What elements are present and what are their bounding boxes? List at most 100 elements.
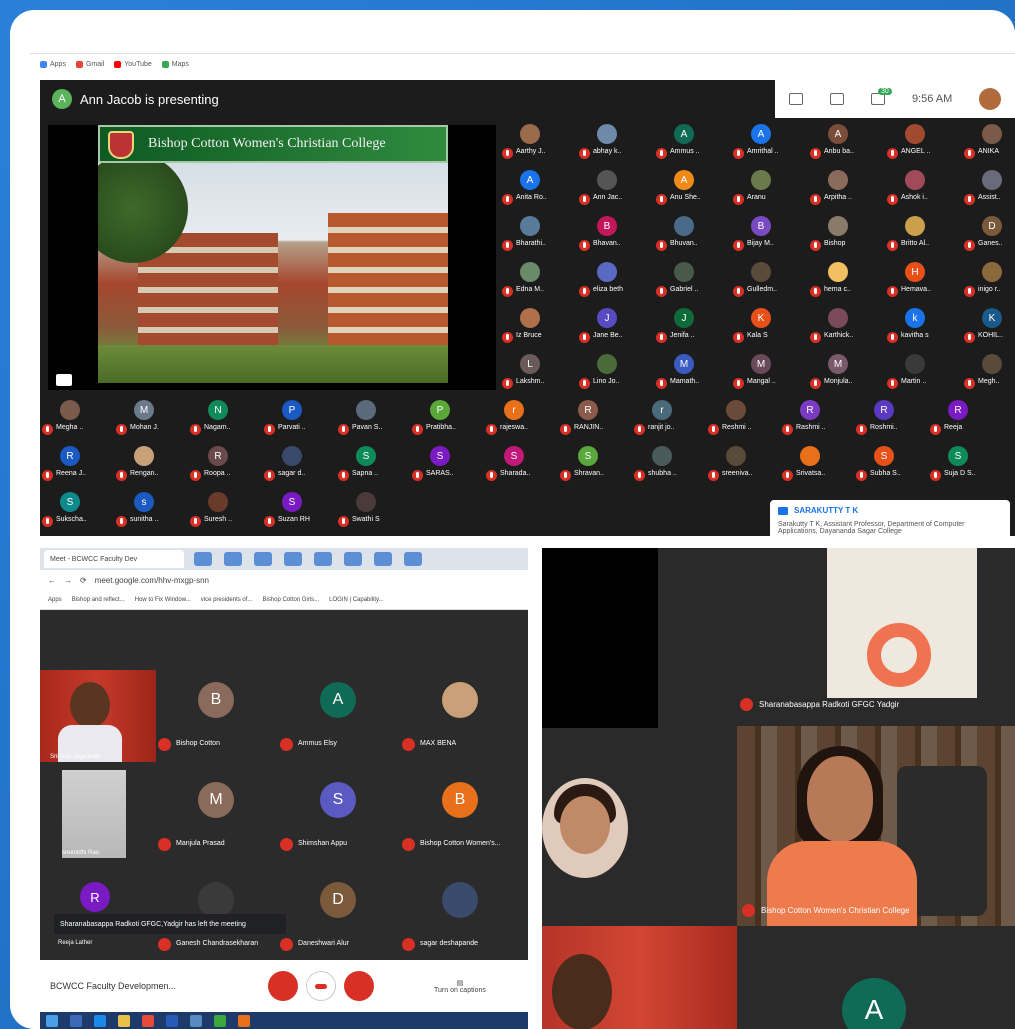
forward-icon[interactable]: →: [64, 576, 72, 585]
participant-tile[interactable]: A Amrithal ..: [733, 120, 809, 166]
participant-tile[interactable]: D Ganes..: [964, 212, 1015, 258]
participant-tile[interactable]: inigo r..: [964, 258, 1015, 304]
participant-tile[interactable]: B Bijay M..: [733, 212, 809, 258]
participant-tile[interactable]: ANGEL ..: [887, 120, 963, 166]
bookmark-gmail[interactable]: Gmail: [75, 60, 104, 68]
participant-tile[interactable]: S Shimshan Appu: [280, 770, 398, 860]
reload-icon[interactable]: ⟳: [80, 576, 87, 585]
participant-tile[interactable]: A Ammus ..: [656, 120, 732, 166]
participant-tile[interactable]: K KOHIL..: [964, 304, 1015, 350]
participant-tile[interactable]: Megha ..: [42, 396, 118, 442]
participant-tile[interactable]: B Bhavan..: [579, 212, 655, 258]
meeting-name[interactable]: BCWCC Faculty Developmen...: [50, 981, 260, 991]
participant-tile[interactable]: R Roopa ..: [190, 442, 266, 488]
participant-tile[interactable]: r ranjit jo..: [634, 396, 710, 442]
folder-icon[interactable]: [118, 1014, 130, 1027]
participant-tile[interactable]: Arpitha ..: [810, 166, 886, 212]
participant-tile[interactable]: Bishop: [810, 212, 886, 258]
chat-icon[interactable]: 30: [870, 88, 892, 105]
participant-tile[interactable]: Iz Bruce: [502, 304, 578, 350]
bookmark-apps[interactable]: Apps: [40, 60, 66, 68]
participant-tile[interactable]: B Bishop Cotton: [158, 670, 276, 760]
participant-tile[interactable]: shubha ..: [634, 442, 710, 488]
participant-tile[interactable]: Assist..: [964, 166, 1015, 212]
powerpoint-icon[interactable]: [238, 1014, 250, 1027]
participant-tile[interactable]: M Mamath..: [656, 350, 732, 396]
participant-tile[interactable]: P Parvati ..: [264, 396, 340, 442]
participant-tile[interactable]: R Reeja: [930, 396, 1006, 442]
participant-tile[interactable]: eliza beth: [579, 258, 655, 304]
participant-tile[interactable]: Gulledm..: [733, 258, 809, 304]
participant-tile[interactable]: Megh..: [964, 350, 1015, 396]
participant-tile[interactable]: A Anita Ro..: [502, 166, 578, 212]
bm-item[interactable]: How to Fix Window...: [135, 597, 191, 603]
participant-tile[interactable]: K Kala S: [733, 304, 809, 350]
bm-item[interactable]: Bishop Cotton Girls...: [262, 597, 319, 603]
participant-tile[interactable]: Martin ..: [887, 350, 963, 396]
participant-tile[interactable]: S SARAS..: [412, 442, 488, 488]
fullscreen-icon[interactable]: [56, 374, 72, 386]
participant-tile[interactable]: R Reena J..: [42, 442, 118, 488]
back-icon[interactable]: ←: [48, 576, 56, 585]
participant-tile[interactable]: P Pratibha..: [412, 396, 488, 442]
participant-tile[interactable]: MAX BENA: [402, 670, 520, 760]
participant-tile[interactable]: S Sukscha..: [42, 488, 118, 534]
participant-tile[interactable]: D Daneshwari Alur: [280, 870, 398, 960]
bm-item[interactable]: vice presidents of...: [201, 597, 253, 603]
check-icon[interactable]: [214, 1014, 226, 1027]
url-bar[interactable]: ← → ⟳ meet.google.com/hhv-mxgp-snn: [40, 570, 528, 590]
participant-tile[interactable]: R Rashmi ..: [782, 396, 858, 442]
participant-tile[interactable]: sagar d..: [264, 442, 340, 488]
participant-tile[interactable]: Aarthy J..: [502, 120, 578, 166]
participant-tile[interactable]: A Anu She..: [656, 166, 732, 212]
participant-tile[interactable]: Bhuvan..: [656, 212, 732, 258]
participant-tile[interactable]: Bharathi..: [502, 212, 578, 258]
participant-tile[interactable]: L Lakshm..: [502, 350, 578, 396]
participant-tile[interactable]: Pavan S..: [338, 396, 414, 442]
browser-url-bar[interactable]: [30, 36, 1015, 54]
participant-tile[interactable]: R Roshmi..: [856, 396, 932, 442]
participant-tile[interactable]: J Jenifa ..: [656, 304, 732, 350]
participant-tile[interactable]: H Hemava..: [887, 258, 963, 304]
participant-tile[interactable]: A Ammus Elsy: [280, 670, 398, 760]
participant-tile[interactable]: hema c..: [810, 258, 886, 304]
participant-tile[interactable]: Lino Jo..: [579, 350, 655, 396]
participant-tile[interactable]: M Manjula Prasad: [158, 770, 276, 860]
participant-tile[interactable]: Britto Al..: [887, 212, 963, 258]
participant-tile[interactable]: Aranu: [733, 166, 809, 212]
taskbar-icon[interactable]: [70, 1014, 82, 1027]
grid-layout-icon[interactable]: [788, 93, 803, 105]
participant-tile[interactable]: A Anbu ba..: [810, 120, 886, 166]
participant-tile[interactable]: M Mangal ..: [733, 350, 809, 396]
participant-tile[interactable]: Ashok i..: [887, 166, 963, 212]
participant-tile[interactable]: Srivatsa..: [782, 442, 858, 488]
participant-tile[interactable]: sagar deshapande: [402, 870, 520, 960]
participant-tile[interactable]: S Sharada..: [486, 442, 562, 488]
bookmark-maps[interactable]: Maps: [161, 60, 189, 68]
ie-icon[interactable]: [94, 1014, 106, 1027]
self-avatar[interactable]: [979, 88, 1002, 110]
bm-item[interactable]: Apps: [48, 597, 62, 603]
participant-tile[interactable]: Karthick..: [810, 304, 886, 350]
captions-button[interactable]: ▤ Turn on captions: [434, 979, 486, 994]
participant-tile[interactable]: R RANJIN..: [560, 396, 636, 442]
participant-tile[interactable]: Rengan..: [116, 442, 192, 488]
bookmark-youtube[interactable]: YouTube: [114, 60, 152, 68]
participant-tile[interactable]: abhay k..: [579, 120, 655, 166]
tab-meet[interactable]: Meet - BCWCC Faculty Dev: [44, 550, 184, 568]
participant-tile[interactable]: s sunitha ..: [116, 488, 192, 534]
hangup-button[interactable]: [306, 971, 336, 1001]
chrome-icon[interactable]: [142, 1014, 154, 1027]
participant-tile[interactable]: sreenivа..: [708, 442, 784, 488]
word-icon[interactable]: [166, 1014, 178, 1027]
participant-tile[interactable]: S Suja D S..: [930, 442, 1006, 488]
participant-tile[interactable]: Reshmi ..: [708, 396, 784, 442]
participant-tile[interactable]: Gabriel ..: [656, 258, 732, 304]
mic-off-button[interactable]: [268, 971, 298, 1001]
bm-item[interactable]: LOGIN | Capability...: [329, 597, 383, 603]
participant-tile[interactable]: Swathi S: [338, 488, 414, 534]
participant-tile[interactable]: S Suzan RH: [264, 488, 340, 534]
participant-tile[interactable]: ANIKA: [964, 120, 1015, 166]
participant-tile[interactable]: J Jane Be..: [579, 304, 655, 350]
participant-tile[interactable]: M Mohan J.: [116, 396, 192, 442]
